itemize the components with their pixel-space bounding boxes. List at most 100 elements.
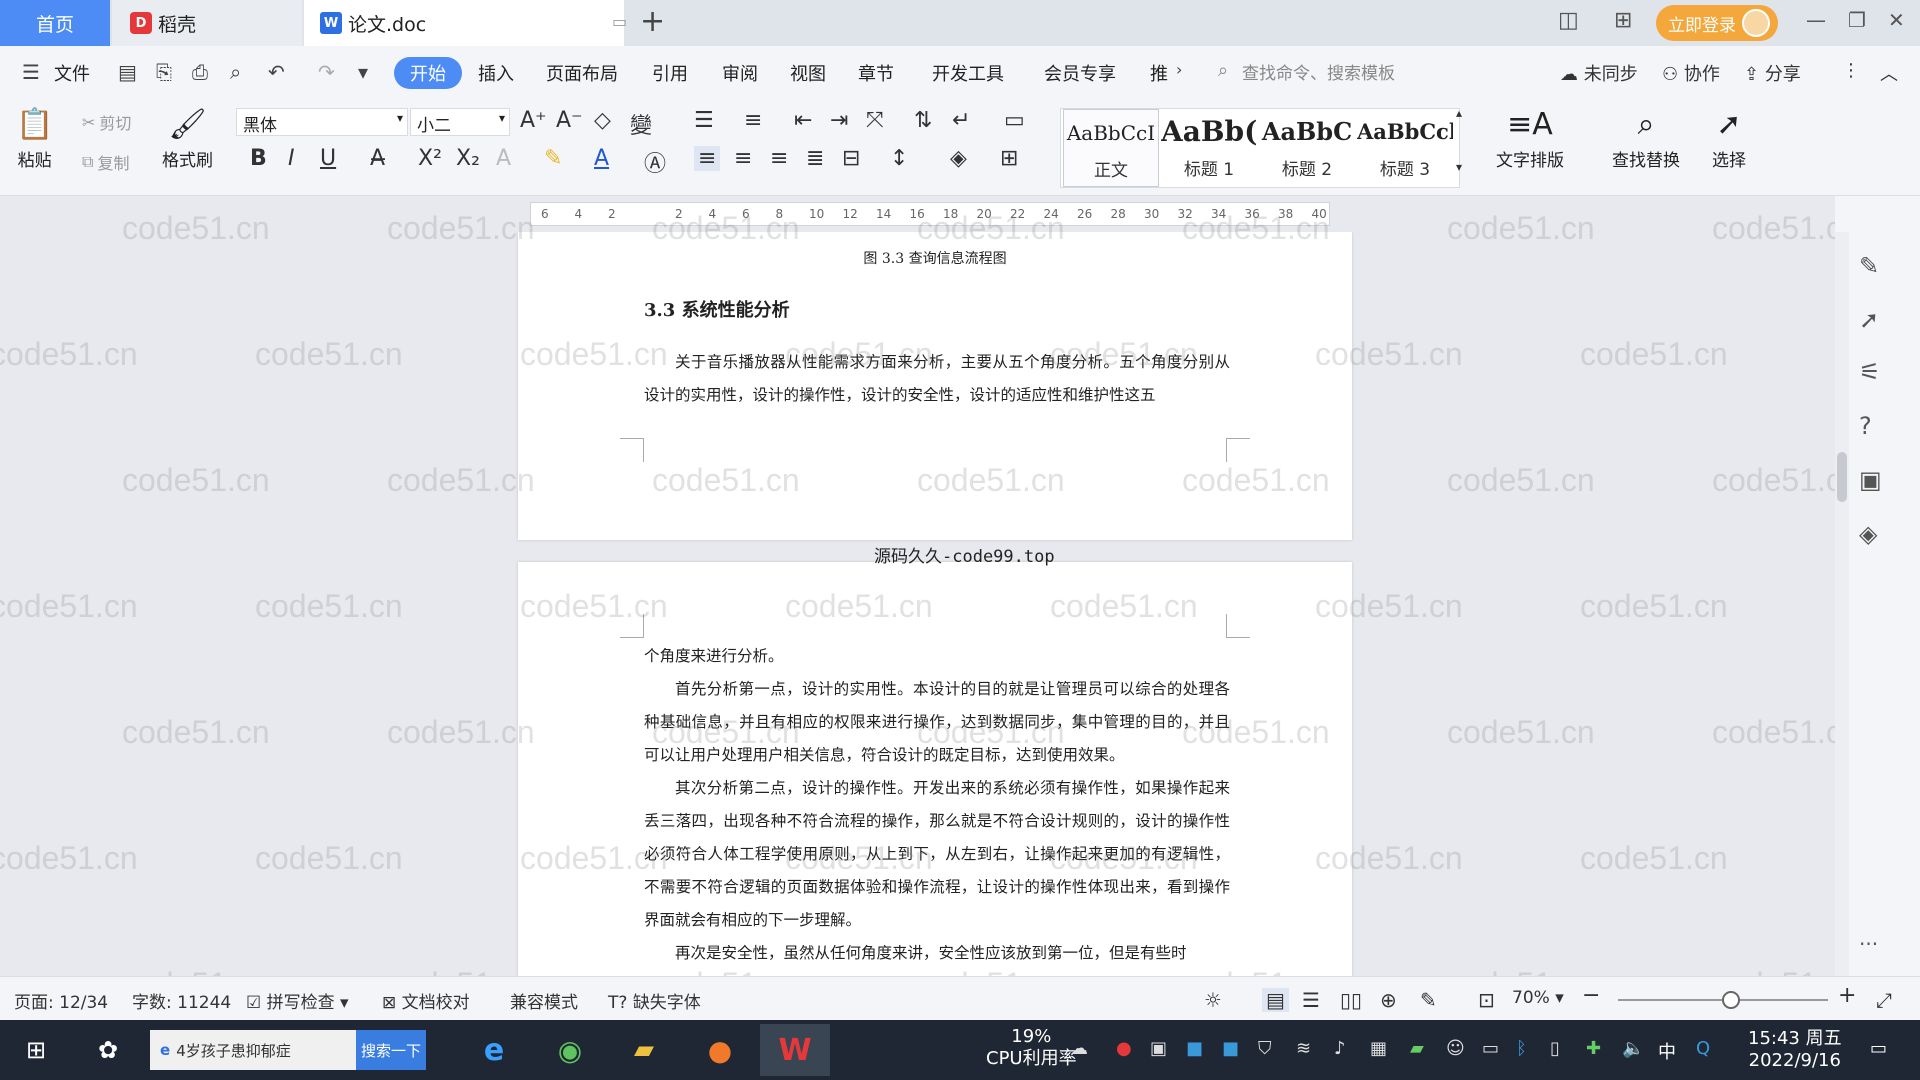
shield-icon[interactable]: ⛉	[1258, 1038, 1272, 1059]
file-explorer-icon[interactable]: ▰	[622, 1030, 666, 1070]
superscript-icon[interactable]: X²	[418, 146, 442, 171]
collab-button[interactable]: ⚇ 协作	[1662, 60, 1720, 86]
eye-protect-icon[interactable]: ☼	[1204, 988, 1222, 1012]
wifi-icon[interactable]: ≋	[1296, 1038, 1311, 1059]
nvidia-icon[interactable]: ▰	[1410, 1038, 1424, 1059]
undo-icon[interactable]: ↶	[268, 60, 285, 84]
numbered-list-icon[interactable]: ≡	[744, 108, 762, 133]
menu-review[interactable]: 审阅	[722, 60, 758, 86]
zoom-in-icon[interactable]: +	[1838, 983, 1856, 1008]
page[interactable]: 个角度来进行分析。 首先分析第一点，设计的实用性。本设计的目的就是让管理员可以综…	[518, 562, 1352, 976]
ime-indicator[interactable]: 中	[1658, 1038, 1676, 1064]
tray-app-icon[interactable]: ■	[1222, 1038, 1239, 1059]
align-center-icon[interactable]: ≡	[734, 146, 752, 171]
compat-mode[interactable]: 兼容模式	[510, 988, 578, 1013]
menu-view[interactable]: 视图	[790, 60, 826, 86]
strikethrough-icon[interactable]: A̶	[370, 146, 385, 171]
paste-button[interactable]: 📋 粘贴	[16, 104, 53, 171]
notification-icon[interactable]: ▭	[1870, 1038, 1887, 1059]
zoom-slider-knob[interactable]	[1722, 991, 1740, 1009]
align-left-icon[interactable]: ≡	[694, 146, 721, 171]
menu-file[interactable]: 文件	[54, 60, 90, 86]
page[interactable]: 图 3.3 查询信息流程图 3.3 系统性能分析 关于音乐播放器从性能需求方面来…	[518, 232, 1352, 540]
cut-button[interactable]: ✂ 剪切	[82, 110, 131, 134]
document-canvas[interactable]: 图 3.3 查询信息流程图 3.3 系统性能分析 关于音乐播放器从性能需求方面来…	[0, 232, 1835, 976]
font-color-icon[interactable]: A	[594, 146, 609, 171]
layout-switch-icon[interactable]: ◫	[1558, 8, 1579, 33]
tray-app-icon[interactable]: ▣	[1150, 1038, 1167, 1059]
page-indicator[interactable]: 页面: 12/34	[14, 988, 108, 1013]
horizontal-ruler[interactable]: 6 4 2 2 4 6 8 10 12 14 16 18 20 22 24 26 28 30 32 34 36 38 40	[530, 202, 1330, 226]
redo-icon[interactable]: ↷	[318, 60, 335, 84]
vertical-scrollbar[interactable]	[1835, 232, 1849, 976]
more-icon[interactable]: ···	[1859, 932, 1878, 956]
decrease-indent-icon[interactable]: ⇤	[794, 108, 812, 133]
scrollbar-thumb[interactable]	[1837, 452, 1847, 502]
assistant-icon[interactable]: ✿	[86, 1030, 130, 1070]
apps-grid-icon[interactable]: ⊞	[1614, 8, 1632, 33]
web-view-icon[interactable]: ⊕	[1380, 988, 1397, 1012]
style-heading-3[interactable]: AaBbCcl 标题 3	[1357, 109, 1453, 187]
style-heading-1[interactable]: AaBb( 标题 1	[1161, 109, 1257, 187]
justify-icon[interactable]: ≣	[806, 146, 824, 171]
subscript-icon[interactable]: X₂	[456, 146, 480, 171]
pinyin-icon[interactable]: 變	[630, 108, 652, 140]
underline-icon[interactable]: U	[320, 146, 336, 171]
adjust-icon[interactable]: ⚟	[1859, 358, 1881, 386]
tab-home[interactable]: 首页	[0, 0, 110, 46]
menu-reference[interactable]: 引用	[652, 60, 688, 86]
fullscreen-icon[interactable]: ⤢	[1876, 988, 1892, 1012]
shading-icon[interactable]: ◈	[950, 146, 967, 171]
wps-app-icon[interactable]: W	[760, 1024, 830, 1076]
fit-page-icon[interactable]: ⊡	[1478, 988, 1495, 1012]
clock[interactable]: 15:43 周五 2022/9/16	[1748, 1028, 1842, 1072]
select-button[interactable]: ➚ 选择	[1712, 104, 1746, 171]
more-options-icon[interactable]: ⋮	[1842, 60, 1860, 81]
tray-app-icon[interactable]: ■	[1186, 1038, 1203, 1059]
increase-indent-icon[interactable]: ⇥	[830, 108, 848, 133]
pen-icon[interactable]: ✎	[1859, 252, 1879, 280]
reading-view-icon[interactable]: ▯▯	[1340, 988, 1362, 1012]
styles-scroll-up-icon[interactable]: ▴	[1456, 106, 1462, 120]
save-icon[interactable]: ▤	[118, 60, 137, 84]
find-replace-button[interactable]: ⌕ 查找替换	[1612, 104, 1680, 171]
text-effect-icon[interactable]: A	[496, 146, 511, 171]
bell-icon[interactable]: ♪	[1334, 1038, 1346, 1059]
page-view-icon[interactable]: ▤	[1262, 988, 1289, 1012]
menu-start[interactable]: 开始	[394, 57, 462, 89]
bold-icon[interactable]: B	[250, 146, 267, 171]
weather-icon[interactable]: ☁	[1070, 1038, 1088, 1059]
windows-start-icon[interactable]: ⊞	[14, 1030, 58, 1070]
spell-check-button[interactable]: ☑ 拼写检查 ▾	[246, 988, 349, 1013]
tab-docer[interactable]: D 稻壳	[112, 0, 302, 46]
sync-status[interactable]: ☁ 未同步	[1560, 60, 1638, 86]
font-size-select[interactable]: 小二 ▾	[410, 108, 510, 136]
media-player-icon[interactable]: ●	[698, 1030, 742, 1070]
ruler-toggle-icon[interactable]: ▭	[1004, 108, 1025, 133]
usb-icon[interactable]: ▯	[1550, 1038, 1560, 1059]
qq-icon[interactable]: ☺	[1446, 1038, 1465, 1059]
menu-vip[interactable]: 会员专享	[1044, 60, 1116, 86]
lightbulb-icon[interactable]: ◈	[1859, 520, 1877, 548]
text-direction-icon[interactable]: ⤧	[866, 108, 884, 133]
chevron-right-icon[interactable]: ›	[1176, 60, 1182, 79]
align-right-icon[interactable]: ≡	[770, 146, 788, 171]
grow-font-icon[interactable]: A⁺	[520, 108, 547, 133]
ie-browser-icon[interactable]: e	[472, 1030, 516, 1070]
bluetooth-icon[interactable]: ᛒ	[1516, 1038, 1527, 1059]
line-break-icon[interactable]: ↵	[952, 108, 970, 133]
quick-access-dropdown-icon[interactable]: ▾	[358, 60, 368, 84]
taskbar-search-input[interactable]: e 4岁孩子患抑郁症	[150, 1030, 356, 1070]
italic-icon[interactable]: I	[288, 146, 295, 171]
login-button[interactable]: 立即登录	[1656, 5, 1778, 41]
new-tab-plus-icon[interactable]: +	[640, 4, 665, 39]
doc-proof-button[interactable]: ⊠ 文档校对	[382, 988, 470, 1013]
taskbar-search-button[interactable]: 搜索一下	[356, 1030, 426, 1070]
battery-icon[interactable]: ▭	[1482, 1038, 1499, 1059]
shrink-font-icon[interactable]: A⁻	[556, 108, 583, 133]
tab-document[interactable]: W 论文.doc	[304, 0, 624, 46]
styles-more-icon[interactable]: ▾	[1456, 160, 1462, 174]
distribute-icon[interactable]: ⊟	[842, 146, 860, 171]
highlight-icon[interactable]: ✎	[544, 146, 562, 171]
print-icon[interactable]: ⎙	[192, 60, 208, 84]
